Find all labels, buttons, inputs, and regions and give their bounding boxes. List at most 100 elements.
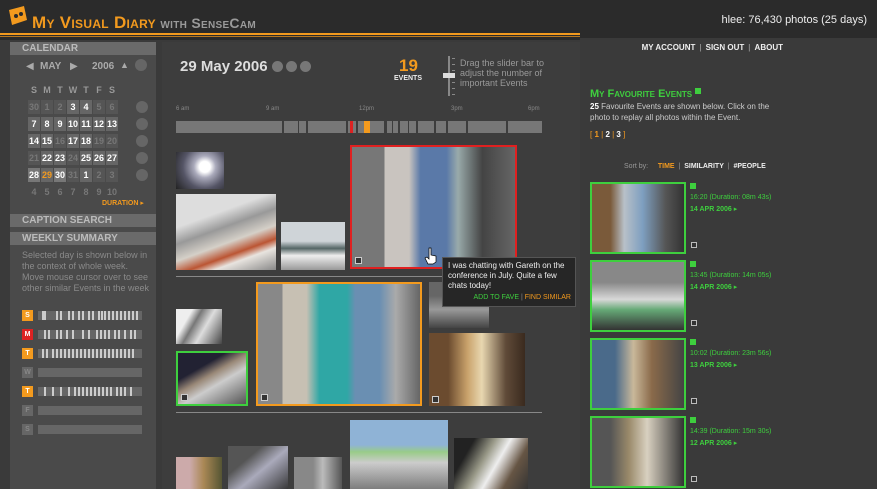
event-photo[interactable] xyxy=(350,420,448,489)
calendar-day[interactable]: 29 xyxy=(41,168,53,182)
weekly-day-strip[interactable] xyxy=(38,349,142,358)
favourite-date-link[interactable]: 13 APR 2006 ▸ xyxy=(690,361,737,369)
calendar-heading[interactable]: CALENDAR xyxy=(10,42,156,55)
expand-icon[interactable] xyxy=(691,398,697,404)
calendar-day[interactable]: 20 xyxy=(106,134,118,148)
favourite-date-link[interactable]: 14 APR 2006 ▸ xyxy=(690,205,737,213)
calendar-day[interactable]: 1 xyxy=(41,100,53,114)
calendar-day[interactable]: 23 xyxy=(54,151,66,165)
calendar-day[interactable]: 13 xyxy=(106,117,118,131)
calendar-day[interactable]: 5 xyxy=(93,100,105,114)
calendar-day[interactable]: 9 xyxy=(54,117,66,131)
calendar-day[interactable]: 24 xyxy=(67,151,79,165)
event-photo[interactable] xyxy=(228,446,288,489)
event-photo[interactable] xyxy=(176,457,222,489)
week-go-icon[interactable] xyxy=(136,135,148,147)
weekly-day-row[interactable]: F xyxy=(22,405,142,416)
page-2[interactable]: 2 xyxy=(605,130,609,139)
prev-month-icon[interactable]: ◀ xyxy=(26,61,34,72)
week-go-icon[interactable] xyxy=(136,118,148,130)
event-photo[interactable] xyxy=(176,194,276,270)
favourite-date-link[interactable]: 12 APR 2006 ▸ xyxy=(690,439,737,447)
weekly-day-strip[interactable] xyxy=(38,311,142,320)
event-photo[interactable] xyxy=(294,457,342,489)
event-photo-favourite[interactable] xyxy=(176,351,248,406)
calendar-day[interactable]: 31 xyxy=(67,168,79,182)
weekly-summary-heading[interactable]: WEEKLY SUMMARY xyxy=(10,232,156,245)
calendar-day[interactable]: 2 xyxy=(54,100,66,114)
expand-icon[interactable] xyxy=(691,476,697,482)
favourite-event[interactable]: 14:39 (Duration: 15m 30s) 12 APR 2006 ▸ xyxy=(590,416,780,488)
slider-knob[interactable] xyxy=(443,73,455,78)
calendar-day[interactable]: 8 xyxy=(41,117,53,131)
next-month-icon[interactable]: ▶ xyxy=(70,61,78,72)
calendar-day[interactable]: 18 xyxy=(80,134,92,148)
calendar-day[interactable]: 15 xyxy=(41,134,53,148)
calendar-day[interactable]: 26 xyxy=(93,151,105,165)
day-timeline[interactable] xyxy=(176,121,542,133)
sort-time-link[interactable]: TIME xyxy=(658,163,675,170)
my-account-link[interactable]: MY ACCOUNT xyxy=(642,43,696,52)
event-photo-current[interactable] xyxy=(256,282,422,406)
next-day-icon[interactable] xyxy=(300,61,311,72)
sort-people-link[interactable]: #PEOPLE xyxy=(733,163,765,170)
find-similar-link[interactable]: FIND SIMILAR xyxy=(525,294,571,301)
expand-icon[interactable] xyxy=(691,320,697,326)
weekly-day-strip[interactable] xyxy=(38,425,142,434)
favourite-thumbnail[interactable] xyxy=(590,416,686,488)
calendar-day[interactable]: 2 xyxy=(93,168,105,182)
expand-icon[interactable] xyxy=(261,394,268,401)
event-photo[interactable] xyxy=(429,333,525,406)
calendar-day[interactable]: 12 xyxy=(93,117,105,131)
calendar-day[interactable]: 14 xyxy=(28,134,40,148)
event-photo[interactable] xyxy=(281,222,345,270)
weekly-day-row[interactable]: W xyxy=(22,367,142,378)
favourite-event[interactable]: 16:20 (Duration: 08m 43s) 14 APR 2006 ▸ xyxy=(590,182,780,254)
calendar-day[interactable]: 3 xyxy=(67,100,79,114)
event-photo[interactable] xyxy=(176,152,224,189)
weekly-day-row[interactable]: S xyxy=(22,424,142,435)
calendar-day[interactable]: 21 xyxy=(28,151,40,165)
weekly-day-strip[interactable] xyxy=(38,387,142,396)
calendar-day[interactable]: 28 xyxy=(28,168,40,182)
calendar-day-icon[interactable] xyxy=(286,61,297,72)
calendar-day[interactable]: 19 xyxy=(93,134,105,148)
week-go-icon[interactable] xyxy=(136,169,148,181)
calendar-day[interactable]: 3 xyxy=(106,168,118,182)
favourite-thumbnail[interactable] xyxy=(590,338,686,410)
favourite-event[interactable]: 13:45 (Duration: 14m 05s) 14 APR 2006 ▸ xyxy=(590,260,780,332)
calendar-day[interactable]: 27 xyxy=(106,151,118,165)
about-link[interactable]: ABOUT xyxy=(755,43,783,52)
favourite-thumbnail[interactable] xyxy=(590,182,686,254)
weekly-day-strip[interactable] xyxy=(38,330,142,339)
page-1[interactable]: 1 xyxy=(594,130,598,139)
weekly-day-row[interactable]: M xyxy=(22,329,142,340)
calendar-day[interactable]: 25 xyxy=(80,151,92,165)
sort-similarity-link[interactable]: SIMILARITY xyxy=(684,163,724,170)
favourite-date-link[interactable]: 14 APR 2006 ▸ xyxy=(690,283,737,291)
events-slider[interactable] xyxy=(443,56,455,96)
caption-search-heading[interactable]: CAPTION SEARCH xyxy=(10,214,156,227)
week-go-icon[interactable] xyxy=(136,152,148,164)
expand-icon[interactable] xyxy=(181,394,188,401)
calendar-day[interactable]: 4 xyxy=(80,100,92,114)
calendar-day[interactable]: 17 xyxy=(67,134,79,148)
calendar-day[interactable]: 30 xyxy=(28,100,40,114)
calendar-day[interactable]: 1 xyxy=(80,168,92,182)
calendar-day[interactable]: 7 xyxy=(28,117,40,131)
prev-day-icon[interactable] xyxy=(272,61,283,72)
favourite-thumbnail[interactable] xyxy=(590,260,686,332)
weekly-day-row[interactable]: S xyxy=(22,310,142,321)
page-3[interactable]: 3 xyxy=(616,130,620,139)
calendar-day[interactable]: 30 xyxy=(54,168,66,182)
calendar-day[interactable]: 11 xyxy=(80,117,92,131)
calendar-day[interactable]: 10 xyxy=(67,117,79,131)
expand-icon[interactable] xyxy=(691,242,697,248)
weekly-day-row[interactable]: T xyxy=(22,386,142,397)
week-go-icon[interactable] xyxy=(136,101,148,113)
calendar-day[interactable]: 22 xyxy=(41,151,53,165)
expand-icon[interactable] xyxy=(432,396,439,403)
weekly-day-strip[interactable] xyxy=(38,368,142,377)
event-photo[interactable] xyxy=(176,309,222,344)
year-stepper-icon[interactable]: ▲ xyxy=(120,60,129,70)
